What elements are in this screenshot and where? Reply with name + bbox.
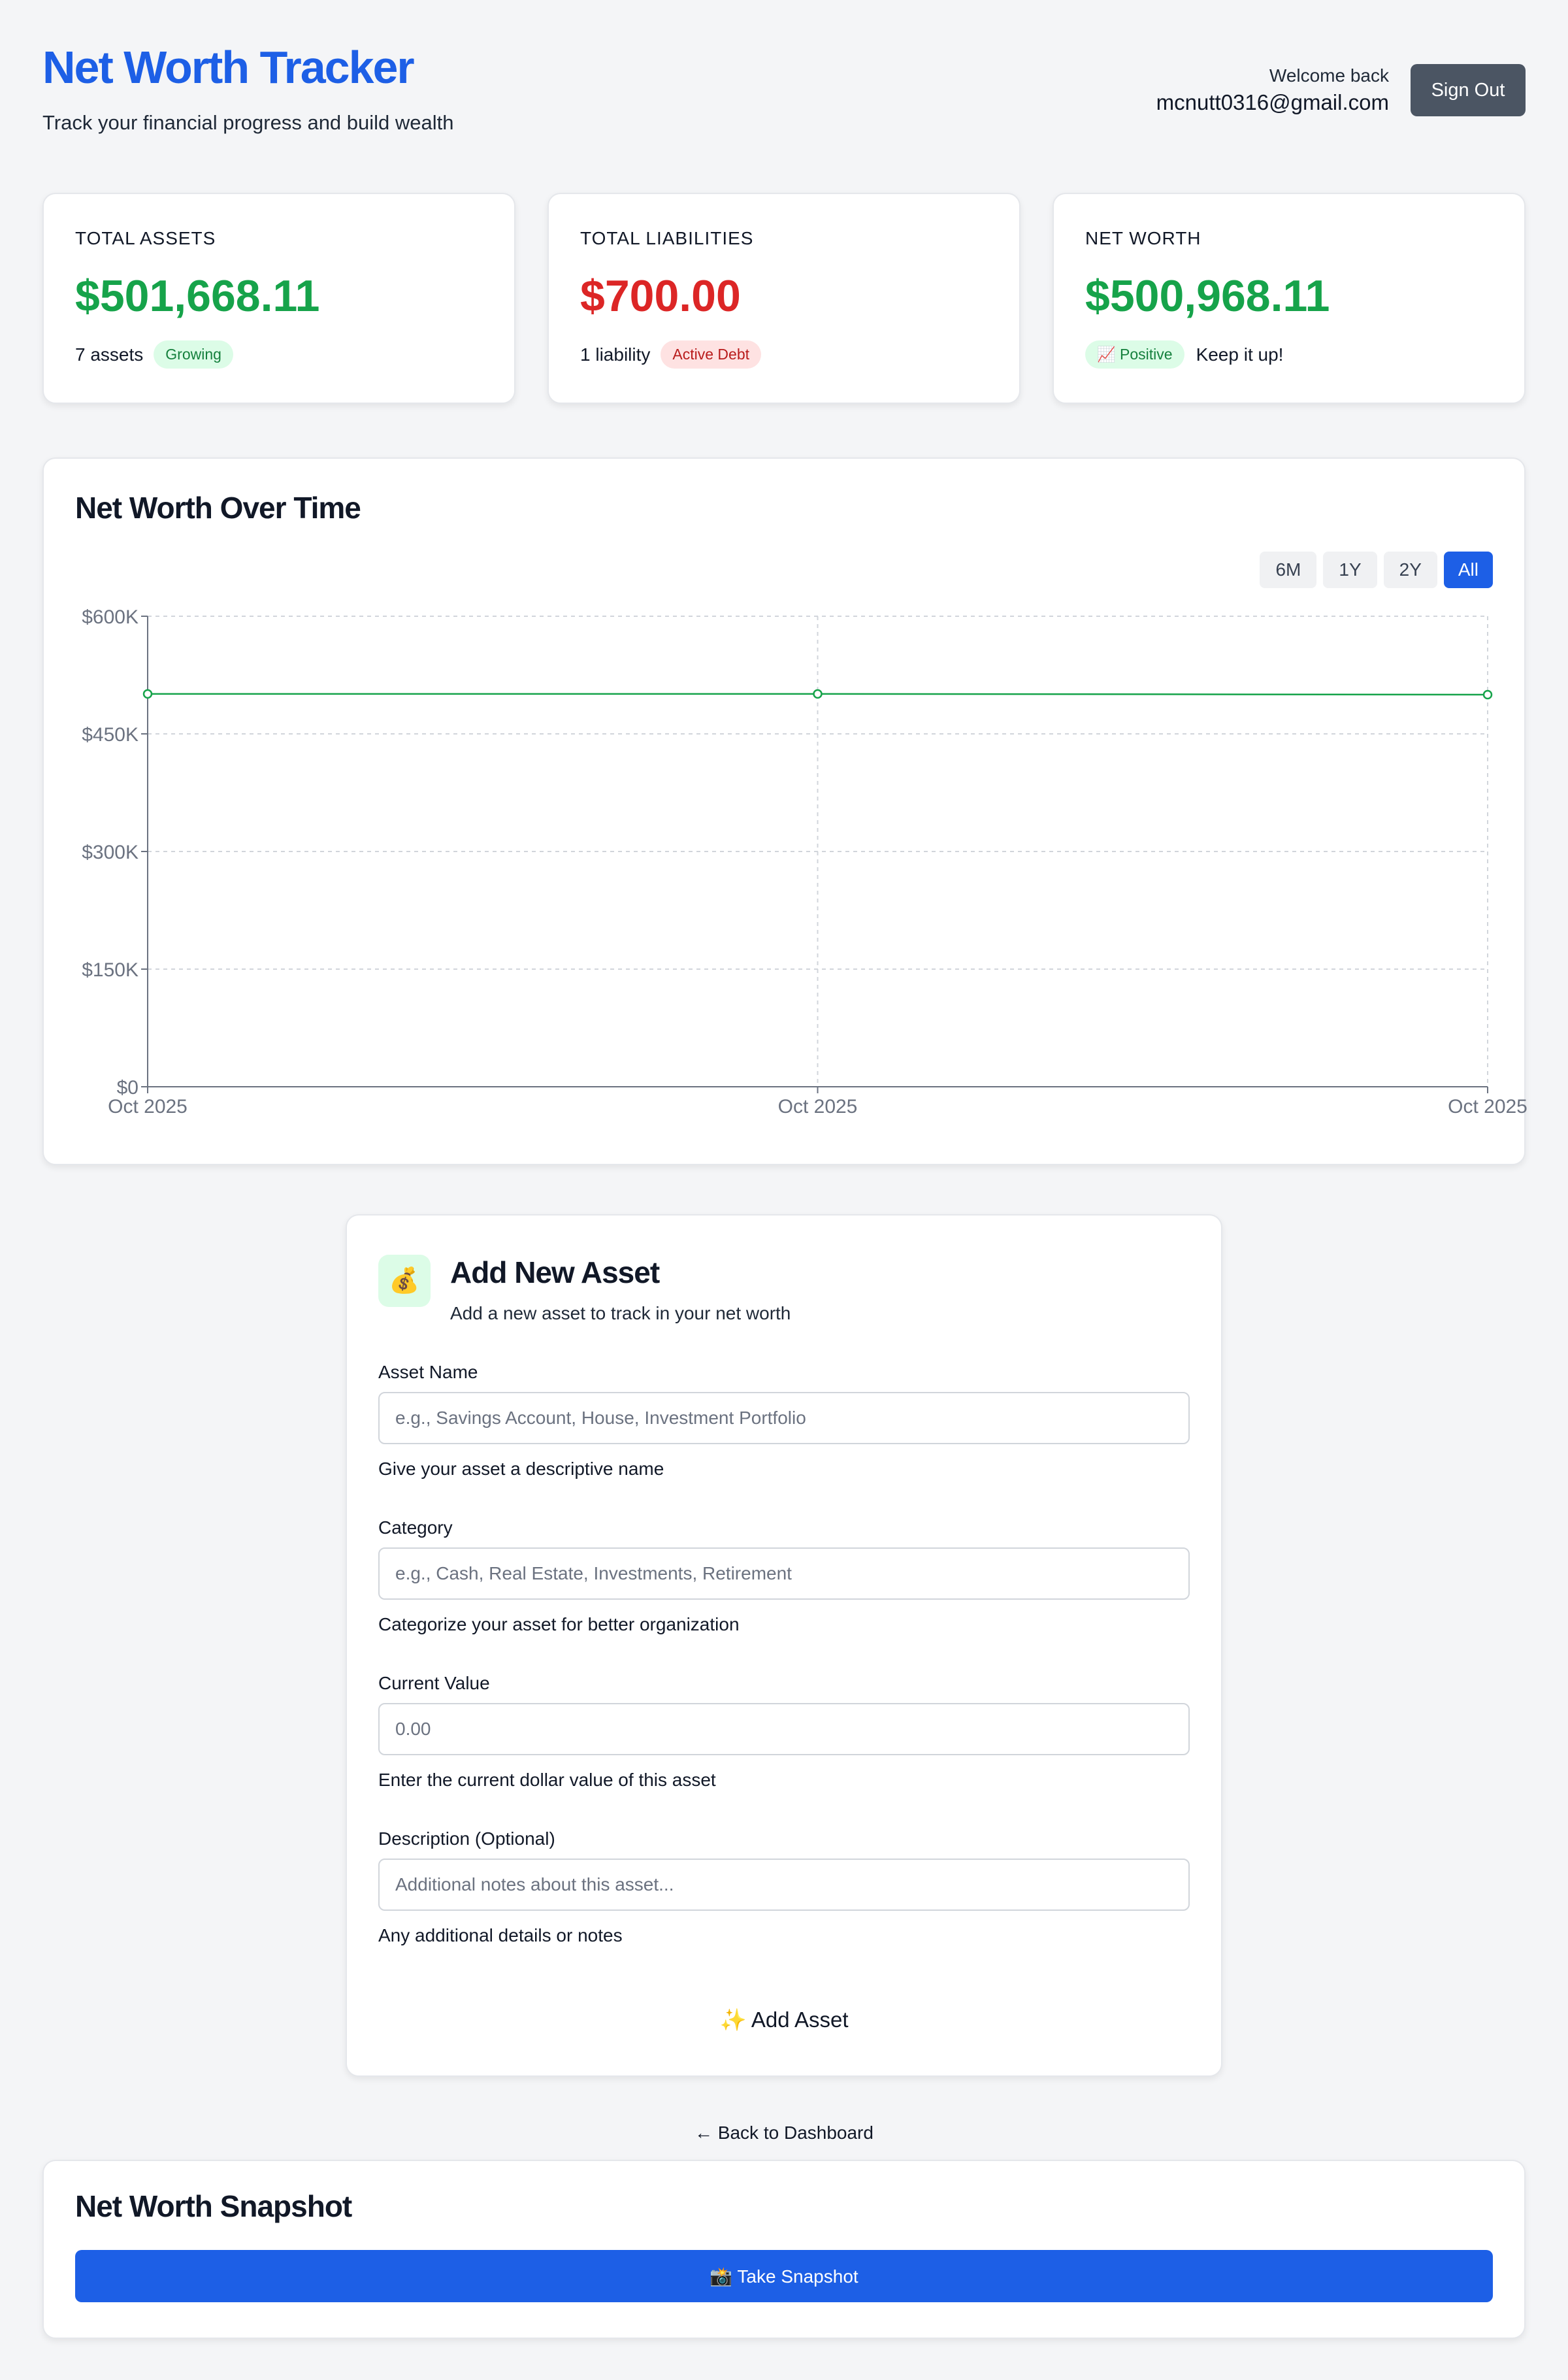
asset-count: 7 assets xyxy=(75,344,144,365)
category-input[interactable] xyxy=(378,1547,1190,1600)
y-tick-label: $300K xyxy=(82,842,139,863)
x-tick-label: Oct 2025 xyxy=(108,1096,188,1117)
back-to-dashboard-link[interactable]: ← Back to Dashboard xyxy=(0,2123,1568,2143)
net-worth-line-chart: $0$150K$300K$450K$600KOct 2025 Oct 2025 Oc… xyxy=(82,606,1527,1117)
form-title: Add New Asset xyxy=(450,1255,660,1289)
growing-badge: Growing xyxy=(154,340,233,369)
description-input[interactable] xyxy=(378,1859,1190,1911)
form-header: 💰 Add New Asset Add a new asset to track… xyxy=(378,1255,1190,1324)
description-hint: Any additional details or notes xyxy=(378,1925,623,1945)
total-assets-card: TOTAL ASSETS $501,668.11 7 assets Growin… xyxy=(42,193,515,404)
data-point xyxy=(142,689,153,699)
description-label: Description (Optional) xyxy=(378,1828,555,1849)
asset-name-input[interactable] xyxy=(378,1392,1190,1444)
welcome-text: Welcome back xyxy=(1269,65,1389,86)
description-field: Description (Optional) Any additional de… xyxy=(378,1828,1190,1946)
net-worth-label: NET WORTH xyxy=(1085,228,1201,248)
snapshot-title: Net Worth Snapshot xyxy=(75,2189,352,2223)
add-asset-button[interactable]: ✨ Add Asset xyxy=(719,2008,848,2033)
take-snapshot-button[interactable]: 📸 Take Snapshot xyxy=(75,2250,1493,2302)
liability-count: 1 liability xyxy=(580,344,651,365)
total-liabilities-card: TOTAL LIABILITIES $700.00 1 liability Ac… xyxy=(547,193,1021,404)
category-hint: Categorize your asset for better organiz… xyxy=(378,1614,740,1634)
sign-out-button[interactable]: Sign Out xyxy=(1411,64,1526,116)
total-assets-footer: 7 assets Growing xyxy=(75,340,483,369)
form-subtitle: Add a new asset to track in your net wor… xyxy=(450,1303,791,1323)
y-tick-label: $450K xyxy=(82,724,139,746)
net-worth-card: NET WORTH $500,968.11 📈 Positive Keep it… xyxy=(1053,193,1526,404)
asset-name-hint: Give your asset a descriptive name xyxy=(378,1459,664,1479)
current-value-label: Current Value xyxy=(378,1673,490,1693)
net-worth-chart-card: Net Worth Over Time 6M 1Y 2Y All $0 $150K… xyxy=(42,457,1527,1165)
user-info: Welcome back mcnutt0316@gmail.com xyxy=(1156,65,1389,115)
y-tick-label: $600K xyxy=(82,606,139,628)
total-liabilities-value: $700.00 xyxy=(580,271,741,321)
category-field: Category Categorize your asset for bette… xyxy=(378,1517,1190,1635)
data-point xyxy=(813,689,823,699)
net-worth-footer: 📈 Positive Keep it up! xyxy=(1085,340,1493,369)
snapshot-card: Net Worth Snapshot 📸 Take Snapshot xyxy=(42,2160,1526,2339)
user-box: Welcome back mcnutt0316@gmail.com Sign O… xyxy=(1156,64,1526,116)
user-email: mcnutt0316@gmail.com xyxy=(1156,90,1389,114)
x-tick-label: Oct 2025 xyxy=(1448,1096,1527,1117)
category-label: Category xyxy=(378,1517,453,1538)
net-worth-value: $500,968.11 xyxy=(1085,271,1330,321)
current-value-hint: Enter the current dollar value of this a… xyxy=(378,1770,716,1790)
active-debt-badge: Active Debt xyxy=(661,340,761,369)
add-asset-form: 💰 Add New Asset Add a new asset to track… xyxy=(346,1214,1222,2077)
data-point xyxy=(1482,689,1493,700)
asset-name-label: Asset Name xyxy=(378,1362,478,1382)
asset-name-field: Asset Name Give your asset a descriptive… xyxy=(378,1362,1190,1479)
positive-badge: 📈 Positive xyxy=(1085,340,1184,369)
page-header: Net Worth Tracker Track your financial p… xyxy=(42,44,1526,142)
total-liabilities-label: TOTAL LIABILITIES xyxy=(580,228,754,248)
current-value-field: Current Value Enter the current dollar v… xyxy=(378,1673,1190,1791)
total-liabilities-footer: 1 liability Active Debt xyxy=(580,340,988,369)
keep-it-up-text: Keep it up! xyxy=(1196,344,1284,365)
total-assets-label: TOTAL ASSETS xyxy=(75,228,216,248)
current-value-input[interactable] xyxy=(378,1703,1190,1755)
x-tick-label: Oct 2025 xyxy=(778,1096,858,1117)
total-assets-value: $501,668.11 xyxy=(75,271,320,321)
money-bag-icon: 💰 xyxy=(378,1255,431,1307)
y-tick-label: $150K xyxy=(82,959,139,981)
